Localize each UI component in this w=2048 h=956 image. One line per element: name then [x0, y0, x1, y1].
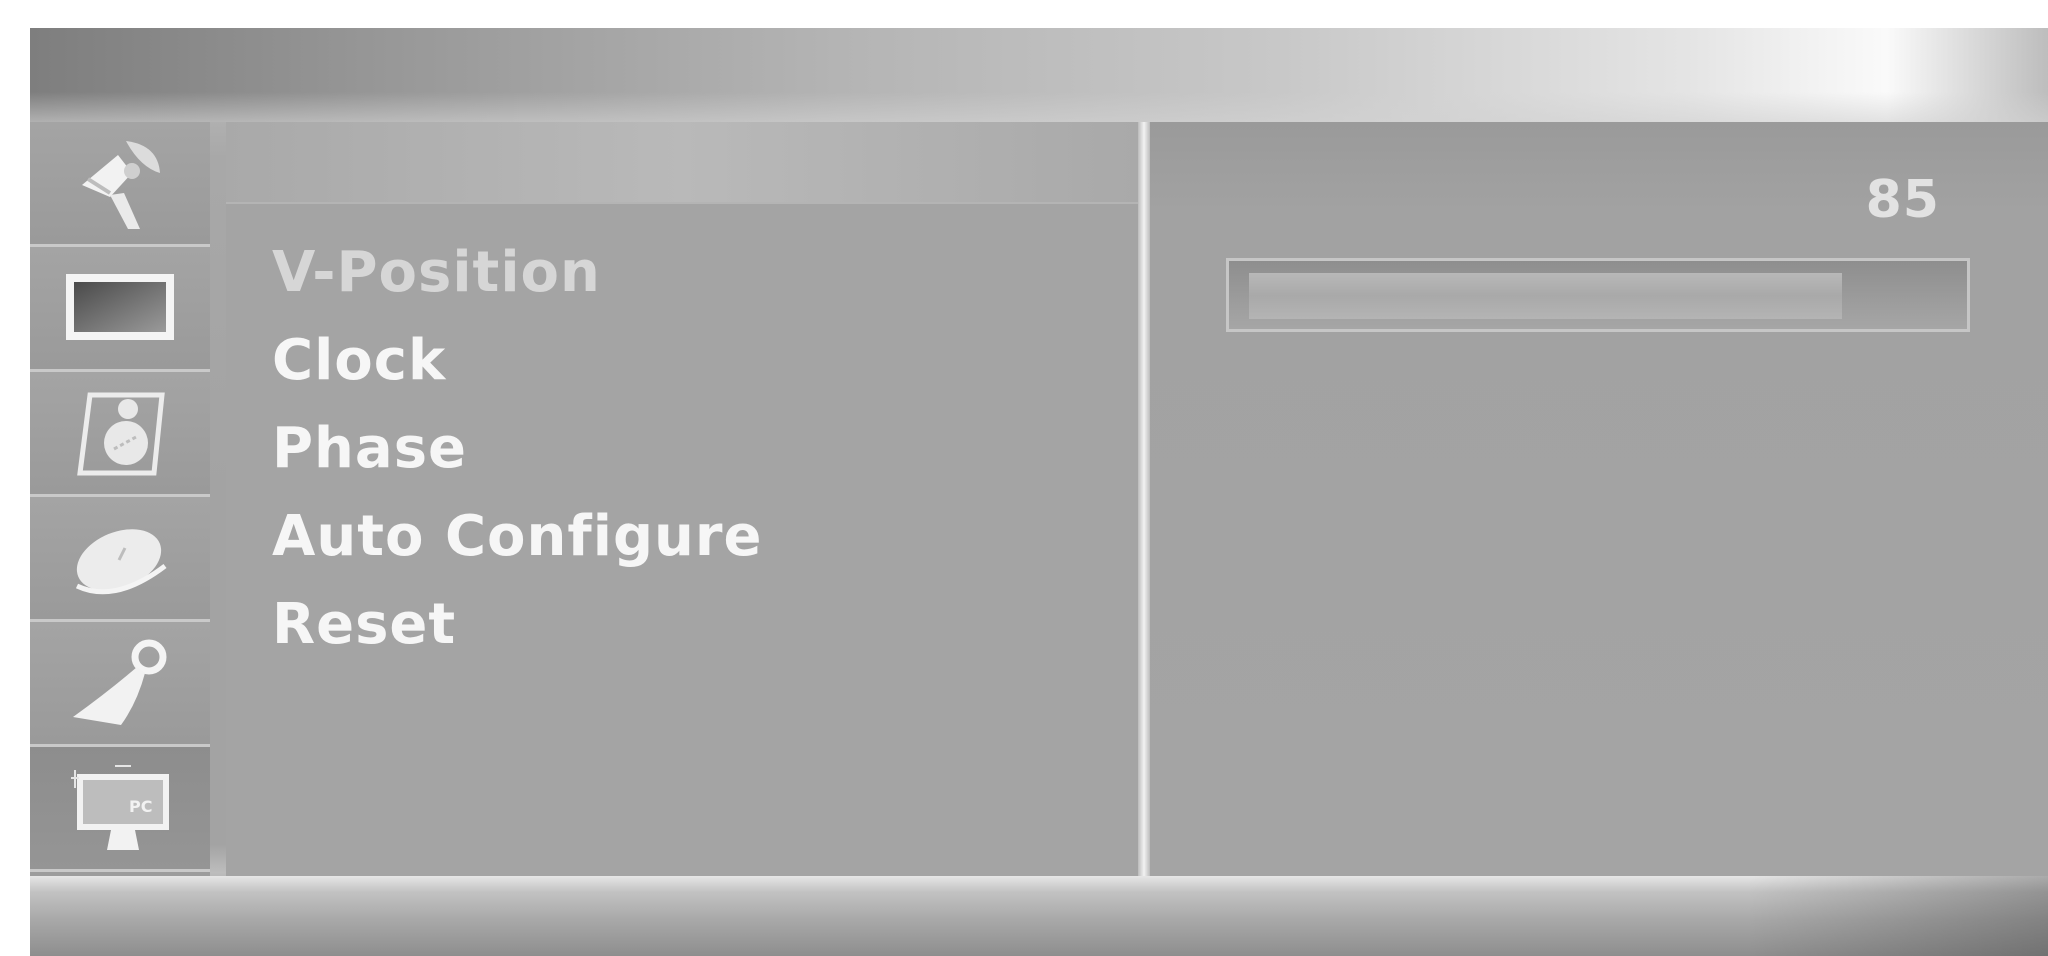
satellite-dish-icon: [82, 141, 160, 229]
osd-window: PC V-Position Clock Phase Auto Configure…: [30, 28, 2048, 956]
bottom-band: [30, 876, 2048, 956]
menu-item-v-position[interactable]: V-Position: [272, 238, 763, 326]
pc-monitor-icon: PC: [71, 765, 169, 850]
slider-fill: [1249, 273, 1842, 319]
sidebar-item-sound[interactable]: [30, 372, 210, 497]
top-band: [30, 28, 2048, 122]
menu-item-clock[interactable]: Clock: [272, 326, 763, 414]
audio-speaker-icon: [77, 392, 165, 476]
panel-divider: [1138, 122, 1150, 876]
sidebar-item-screen[interactable]: PC: [30, 747, 210, 872]
value-readout: 85: [1865, 170, 1940, 230]
picture-screen-icon: [66, 274, 174, 340]
sidebar-item-time[interactable]: [30, 497, 210, 622]
v-position-slider[interactable]: [1226, 258, 1970, 332]
menu-header: [226, 122, 1138, 202]
menu-item-auto-configure[interactable]: Auto Configure: [272, 502, 763, 590]
menu-item-reset[interactable]: Reset: [272, 590, 763, 678]
sidebar-item-channel[interactable]: [30, 122, 210, 247]
menu-item-phase[interactable]: Phase: [272, 414, 763, 502]
time-clock-icon: [75, 529, 167, 595]
menu-list: V-Position Clock Phase Auto Configure Re…: [272, 238, 763, 678]
sidebar-item-picture[interactable]: [30, 247, 210, 372]
category-sidebar: PC: [30, 122, 210, 876]
value-panel: [1150, 122, 2048, 876]
sidebar-item-special[interactable]: [30, 622, 210, 747]
lock-key-icon: [73, 639, 167, 725]
svg-text:PC: PC: [129, 797, 152, 816]
